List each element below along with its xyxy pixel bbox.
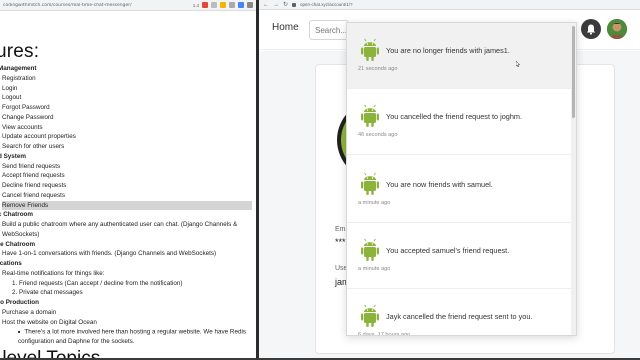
- section-heading: to Production: [0, 299, 39, 306]
- notification-text: You are now friends with samuel.: [386, 180, 493, 189]
- forward-arrow-icon[interactable]: →: [273, 2, 279, 8]
- extension-icon[interactable]: [220, 2, 226, 8]
- list-item: Logout: [2, 94, 22, 102]
- notification-timestamp: a minute ago: [358, 266, 391, 272]
- right-browser-window: ← → ↻ open-chat.xyz/account/1/? Home Ema…: [259, 0, 640, 360]
- list-item: Accept friend requests: [2, 172, 65, 180]
- extension-icon[interactable]: [202, 2, 208, 8]
- list-item: 1. Friend requests (Can accept / decline…: [12, 279, 183, 287]
- list-item: Search for other users: [2, 143, 65, 150]
- android-robot-icon: [361, 38, 379, 61]
- page-title: ures:: [0, 41, 40, 62]
- feature-list: Management Registration Login Logout Forgot …: [0, 64, 252, 347]
- section-heading: te Chatroom: [0, 240, 36, 248]
- notification-avatar: [359, 38, 381, 62]
- left-address-bar[interactable]: codingwithmitch.com/courses/real-time-ch…: [3, 3, 190, 8]
- notification-avatar: [359, 172, 381, 196]
- notification-avatar: [359, 238, 381, 262]
- notification-item[interactable]: You cancelled the friend request to jogh…: [347, 89, 576, 155]
- notifications-dropdown[interactable]: You are no longer friends with james1. 21…: [346, 22, 577, 336]
- user-avatar[interactable]: [607, 19, 627, 39]
- back-arrow-icon[interactable]: ←: [263, 2, 269, 8]
- notification-item[interactable]: You are no longer friends with james1. 21…: [347, 23, 576, 89]
- zoom-indicator[interactable]: 1.4: [193, 3, 199, 8]
- notification-text: Jayk cancelled the friend request sent t…: [386, 312, 533, 321]
- list-item: Purchase a domain: [2, 308, 57, 316]
- right-address-bar[interactable]: open-chat.xyz/account/1/?: [300, 2, 353, 7]
- list-item: Send friend requests: [2, 162, 61, 170]
- list-item: Build a public chatroom where any authen…: [2, 221, 238, 228]
- list-item: Real-time notifications for things like:: [2, 269, 105, 277]
- list-item: Host the website on Digital Ocean: [2, 318, 97, 326]
- notification-timestamp: a minute ago: [358, 200, 391, 206]
- list-item: Forgot Password: [2, 104, 50, 111]
- notification-avatar: [359, 304, 381, 328]
- notification-item[interactable]: You are now friends with samuel. a minute…: [347, 157, 576, 223]
- right-browser-toolbar: ← → ↻ open-chat.xyz/account/1/?: [259, 0, 640, 10]
- course-document: ures: Management Registration Login Logout F…: [0, 40, 256, 360]
- list-item: Registration: [2, 74, 36, 82]
- scrollbar-thumb[interactable]: [572, 26, 575, 118]
- list-item: Update account properties: [2, 133, 76, 141]
- reload-icon[interactable]: ↻: [283, 1, 288, 8]
- menu-icon[interactable]: [247, 2, 253, 8]
- dropdown-scrollbar[interactable]: [571, 23, 576, 335]
- notification-text: You accepted samuel's friend request.: [386, 246, 510, 255]
- notification-timestamp: 46 seconds ago: [358, 132, 398, 138]
- list-item: View accounts: [2, 123, 43, 131]
- android-robot-icon: [361, 104, 379, 127]
- search-input[interactable]: [309, 20, 349, 40]
- section-heading: d System: [0, 152, 26, 160]
- list-item: configuration and Daphne for the sockets…: [18, 338, 135, 345]
- list-item: Login: [2, 84, 18, 92]
- notification-bell-button[interactable]: [581, 19, 601, 39]
- list-item: Cancel friend requests: [2, 191, 66, 199]
- notification-timestamp: 21 seconds ago: [358, 66, 398, 72]
- left-browser-window: codingwithmitch.com/courses/real-time-ch…: [0, 0, 256, 360]
- notification-text: You cancelled the friend request to jogh…: [386, 112, 523, 121]
- avatar-photo-icon: [607, 19, 627, 39]
- section-heading: Management: [0, 65, 37, 72]
- notification-timestamp: 6 days, 17 hours ago: [358, 332, 411, 336]
- android-robot-icon: [361, 238, 379, 261]
- section-heading: ications: [0, 260, 22, 267]
- list-item: Have 1-on-1 conversations with friends. …: [2, 250, 217, 258]
- notification-item[interactable]: Jayk cancelled the friend request sent t…: [347, 289, 576, 336]
- list-item: 2. Private chat messages: [12, 289, 83, 297]
- notification-text: You are no longer friends with james1.: [386, 46, 510, 55]
- left-browser-toolbar: codingwithmitch.com/courses/real-time-ch…: [0, 0, 256, 11]
- email-value: ***: [335, 237, 346, 247]
- home-link[interactable]: Home: [272, 22, 299, 33]
- list-item: Remove Friends: [2, 200, 252, 211]
- lock-icon: [292, 2, 297, 7]
- extension-icon[interactable]: [238, 2, 244, 8]
- list-item: Change Password: [2, 113, 54, 121]
- android-robot-icon: [361, 304, 379, 327]
- bell-icon: [587, 24, 595, 35]
- list-item: WebSockets): [2, 230, 40, 238]
- extension-icon[interactable]: [229, 2, 235, 8]
- mouse-cursor-icon: [516, 61, 520, 67]
- notification-item[interactable]: You accepted samuel's friend request. a m…: [347, 223, 576, 289]
- notification-avatar: [359, 104, 381, 128]
- android-robot-icon: [361, 172, 379, 195]
- list-item: There's a lot more involved here than ho…: [2, 327, 252, 337]
- list-item: Decline friend requests: [2, 182, 67, 189]
- section-heading: c Chatroom: [0, 211, 33, 219]
- extension-icon[interactable]: [211, 2, 217, 8]
